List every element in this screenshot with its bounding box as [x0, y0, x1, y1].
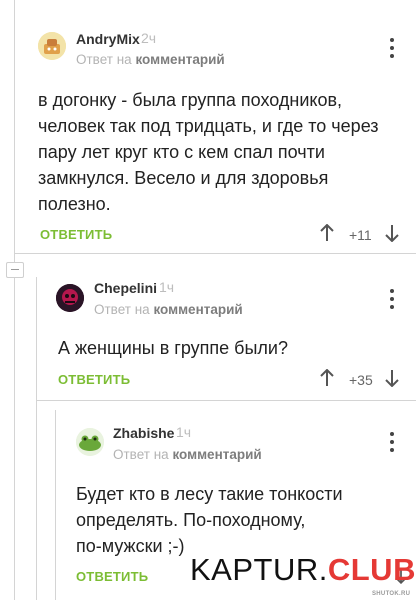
comment-time: 2ч: [141, 30, 157, 46]
more-options-icon[interactable]: [389, 289, 395, 313]
user-avatar-icon: [76, 428, 104, 456]
thread-separator-2: [36, 400, 416, 401]
downvote-icon[interactable]: [385, 369, 399, 392]
comment-text-line: в догонку - была группа походников,: [38, 90, 343, 110]
reply-prefix: Ответ на: [94, 302, 150, 317]
comment-text-line: замкнулся. Весело и для здоровья: [38, 168, 329, 188]
comment-text-line: человек так под тридцать, и где то через: [38, 116, 379, 136]
comment-body: Будет кто в лесу такие тонкости определя…: [76, 481, 396, 559]
watermark-small: SHUTOK.RU: [372, 591, 411, 597]
comment-text-line: А женщины в группе были?: [58, 338, 289, 358]
more-options-icon[interactable]: [389, 38, 395, 62]
rating-count: +35: [349, 372, 373, 388]
comment-text-line: пару лет круг кто с кем спал почти: [38, 142, 325, 162]
reply-prefix: Ответ на: [76, 52, 132, 67]
comment-body: А женщины в группе были?: [58, 335, 398, 361]
reply-to-link[interactable]: Ответ на комментарий: [76, 52, 225, 67]
comment-text-line: полезно.: [38, 194, 111, 214]
comment-time: 1ч: [159, 279, 175, 295]
reply-to-link[interactable]: Ответ на комментарий: [113, 447, 262, 462]
comment-text-line: определять. По-походному,: [76, 510, 306, 530]
comment-username[interactable]: Zhabishe: [113, 425, 174, 441]
upvote-icon[interactable]: [320, 368, 334, 392]
more-options-icon[interactable]: [389, 432, 395, 456]
reply-to-link[interactable]: Ответ на комментарий: [94, 302, 243, 317]
reply-target: комментарий: [153, 302, 243, 317]
thread-separator-1: [14, 253, 416, 254]
reply-prefix: Ответ на: [113, 447, 169, 462]
thread-line-2: [36, 277, 37, 600]
avatar[interactable]: [38, 32, 66, 60]
reply-button[interactable]: ОТВЕТИТЬ: [58, 372, 130, 387]
watermark-part-1: KAPTUR.: [190, 552, 328, 587]
user-avatar-icon: [56, 284, 84, 312]
comment-body: в догонку - была группа походников, чело…: [38, 87, 408, 217]
reply-target: комментарий: [172, 447, 262, 462]
comment-time: 1ч: [176, 424, 192, 440]
avatar[interactable]: [56, 284, 84, 312]
rating-count: +11: [349, 227, 372, 243]
thread-line-3: [55, 410, 56, 600]
watermark-logo: KAPTUR.CLUB: [190, 552, 416, 588]
comment-username[interactable]: AndryMix: [76, 31, 140, 47]
comment-username[interactable]: Chepelini: [94, 280, 157, 296]
thread-line-1: [14, 0, 15, 600]
collapse-thread-button[interactable]: [6, 262, 24, 278]
comment-text-line: Будет кто в лесу такие тонкости: [76, 484, 343, 504]
watermark-part-2: CLUB: [327, 552, 416, 587]
reply-button[interactable]: ОТВЕТИТЬ: [76, 569, 148, 584]
upvote-icon[interactable]: [320, 223, 334, 247]
reply-button[interactable]: ОТВЕТИТЬ: [40, 227, 112, 242]
reply-target: комментарий: [135, 52, 225, 67]
avatar[interactable]: [76, 428, 104, 456]
user-avatar-icon: [38, 32, 66, 60]
downvote-icon[interactable]: [385, 224, 399, 247]
